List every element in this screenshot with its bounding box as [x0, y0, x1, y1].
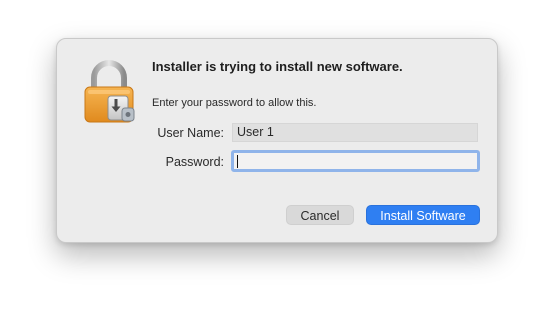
install-software-button[interactable]: Install Software	[366, 205, 480, 225]
password-label: Password:	[165, 155, 224, 169]
dialog-subtitle: Enter your password to allow this.	[152, 97, 317, 109]
cancel-button[interactable]: Cancel	[286, 205, 354, 225]
lock-icon	[84, 60, 135, 123]
username-label: User Name:	[157, 126, 224, 140]
password-field[interactable]	[231, 150, 480, 172]
text-caret	[237, 155, 238, 168]
page: Installer is trying to install new softw…	[0, 0, 555, 318]
username-field[interactable]: User 1	[232, 123, 478, 142]
authentication-dialog: Installer is trying to install new softw…	[56, 38, 498, 243]
dialog-title: Installer is trying to install new softw…	[152, 59, 403, 74]
